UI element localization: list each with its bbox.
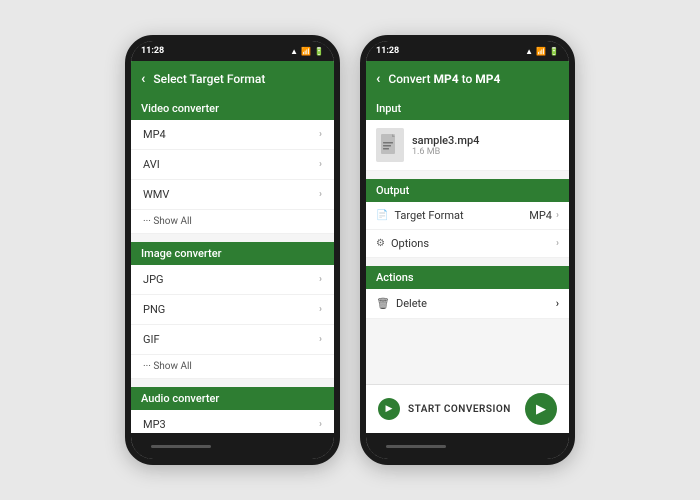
section-header-input: Input: [366, 97, 569, 120]
chevron-avi: ›: [319, 159, 322, 170]
wifi-icon-right: 📶: [536, 47, 546, 56]
list-item-png[interactable]: PNG ›: [131, 295, 334, 325]
file-icon: [376, 128, 404, 162]
options-chevron: ›: [556, 238, 559, 249]
file-info: sample3.mp4 1.6 MB: [412, 134, 479, 157]
time-left: 11:28: [141, 46, 164, 56]
play-button-large[interactable]: ▶: [525, 393, 557, 425]
file-size: 1.6 MB: [412, 147, 479, 157]
home-indicator-left: [151, 445, 211, 448]
title-to: MP4: [475, 72, 500, 86]
section-header-image: Image converter: [131, 242, 334, 265]
play-icon-small: ▶: [378, 398, 400, 420]
toolbar-right: ‹ Convert MP4 to MP4: [366, 61, 569, 97]
options-icon: ⚙: [376, 238, 385, 249]
status-bar-right: 11:28 ▲ 📶 🔋: [366, 41, 569, 61]
file-name: sample3.mp4: [412, 134, 479, 147]
start-conversion-label: START CONVERSION: [408, 404, 511, 415]
start-conversion-bar[interactable]: ▶ START CONVERSION ▶: [366, 384, 569, 433]
chevron-jpg: ›: [319, 274, 322, 285]
item-label-mp4: MP4: [143, 128, 166, 141]
bottom-bar-right: [366, 433, 569, 459]
item-label-png: PNG: [143, 303, 165, 316]
target-format-icon: 📄: [376, 210, 388, 221]
time-right: 11:28: [376, 46, 399, 56]
show-all-image[interactable]: ··· Show All: [131, 355, 334, 379]
list-item-avi[interactable]: AVI ›: [131, 150, 334, 180]
item-label-wmv: WMV: [143, 188, 169, 201]
toolbar-title-right: Convert MP4 to MP4: [388, 72, 500, 86]
output-row-options[interactable]: ⚙ Options ›: [366, 230, 569, 258]
status-bar-left: 11:28 ▲ 📶 🔋: [131, 41, 334, 61]
delete-chevron: ›: [556, 297, 559, 310]
back-button-left[interactable]: ‹: [141, 71, 145, 87]
conversion-area: Input sample3.mp4 1.6 MB: [366, 97, 569, 433]
list-item-mp3[interactable]: MP3 ›: [131, 410, 334, 433]
left-phone: 11:28 ▲ 📶 🔋 ‹ Select Target Format Video…: [125, 35, 340, 465]
delete-label: Delete: [396, 297, 556, 310]
output-row-target[interactable]: 📄 Target Format MP4 ›: [366, 202, 569, 230]
list-item-jpg[interactable]: JPG ›: [131, 265, 334, 295]
target-format-value: MP4: [529, 209, 552, 222]
toolbar-left: ‹ Select Target Format: [131, 61, 334, 97]
right-phone: 11:28 ▲ 📶 🔋 ‹ Convert MP4 to MP4 Input: [360, 35, 575, 465]
item-label-jpg: JPG: [143, 273, 164, 286]
chevron-mp3: ›: [319, 419, 322, 430]
home-indicator-right: [386, 445, 446, 448]
target-format-label: Target Format: [394, 209, 529, 222]
list-item-gif[interactable]: GIF ›: [131, 325, 334, 355]
actions-row-delete[interactable]: 🗑 Delete ›: [366, 289, 569, 319]
item-label-gif: GIF: [143, 333, 160, 346]
back-button-right[interactable]: ‹: [376, 71, 380, 87]
signal-icon-right: ▲: [525, 47, 533, 56]
status-icons-left: ▲ 📶 🔋: [290, 47, 324, 56]
wifi-icon: 📶: [301, 47, 311, 56]
options-label: Options: [391, 237, 552, 250]
delete-icon: 🗑: [376, 297, 390, 310]
toolbar-title-left: Select Target Format: [153, 72, 265, 86]
bottom-bar-left: [131, 433, 334, 459]
section-header-video: Video converter: [131, 97, 334, 120]
signal-icon: ▲: [290, 47, 298, 56]
screen-content-left: Video converter MP4 › AVI › WMV › ··· Sh…: [131, 97, 334, 433]
list-item-wmv[interactable]: WMV ›: [131, 180, 334, 210]
list-item-mp4[interactable]: MP4 ›: [131, 120, 334, 150]
chevron-wmv: ›: [319, 189, 322, 200]
chevron-png: ›: [319, 304, 322, 315]
section-header-output: Output: [366, 179, 569, 202]
battery-icon: 🔋: [314, 47, 324, 56]
item-label-mp3: MP3: [143, 418, 166, 431]
target-format-chevron: ›: [556, 210, 559, 221]
section-header-audio: Audio converter: [131, 387, 334, 410]
battery-icon-right: 🔋: [549, 47, 559, 56]
title-from: MP4: [434, 72, 459, 86]
chevron-gif: ›: [319, 334, 322, 345]
input-file-row[interactable]: sample3.mp4 1.6 MB: [366, 120, 569, 171]
item-label-avi: AVI: [143, 158, 160, 171]
chevron-mp4: ›: [319, 129, 322, 140]
show-all-video[interactable]: ··· Show All: [131, 210, 334, 234]
screen-content-right: Input sample3.mp4 1.6 MB: [366, 97, 569, 384]
section-header-actions: Actions: [366, 266, 569, 289]
status-icons-right: ▲ 📶 🔋: [525, 47, 559, 56]
